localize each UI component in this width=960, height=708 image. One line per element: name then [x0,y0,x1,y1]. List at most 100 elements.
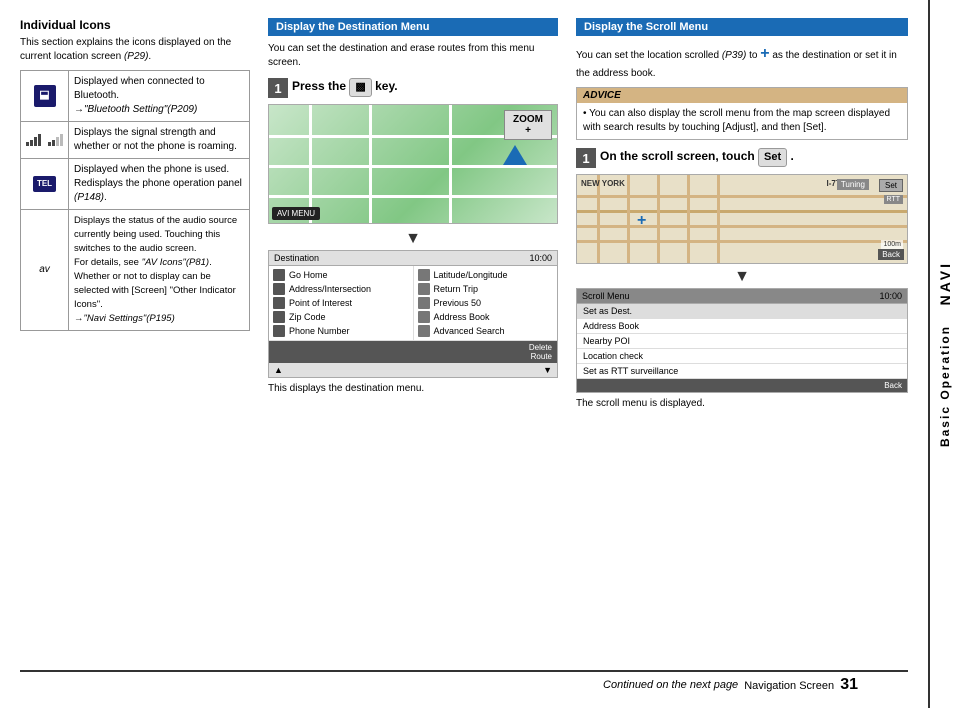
tel-icon: TEL [33,176,56,191]
page-label-text: Navigation Screen [744,680,834,692]
dest-menu-right: Latitude/Longitude Return Trip Previous … [414,266,558,340]
signal-bar [30,140,33,146]
menu-icon [273,269,285,281]
table-row: Displays the signal strength and whether… [21,122,250,159]
menu-icon [418,325,430,337]
avi-menu-label: AVI MENU [272,207,320,220]
map-road [717,175,720,263]
signal-bar [38,134,41,146]
step-1-row: 1 Press the ▩ key. [268,78,558,98]
list-item: Set as Dest. [577,304,907,319]
arrow-down-icon-2: ▼ [576,268,908,286]
dest-menu-caption: This displays the destination menu. [268,383,558,394]
menu-icon [418,269,430,281]
rtt-label: RTT [884,195,903,204]
av-desc: Displays the status of the audio source … [74,215,237,324]
tuning-button: Tuning [837,179,869,190]
map-road [687,175,690,263]
step-1-number: 1 [576,148,596,168]
destination-menu: Destination 10:00 Go Home Address/Inters… [268,250,558,378]
continued-text: Continued on the next page [603,679,738,691]
table-row: av Displays the status of the audio sour… [21,210,250,331]
list-item: Go Home [273,268,409,282]
map-road [597,175,600,263]
menu-icon [273,325,285,337]
map-cross-marker: + [637,213,646,229]
item-label: Phone Number [289,326,350,336]
signal-icon-cell [21,122,69,159]
item-label: Address/Intersection [289,284,371,294]
advice-box: ADVICE • You can also display the scroll… [576,87,908,140]
map-road [657,175,660,263]
av-icon-label: av [39,264,50,275]
list-item: Location check [577,349,907,364]
list-item: Address Book [418,310,554,324]
advice-title: ADVICE [577,88,907,103]
signal-bar [34,137,37,146]
map-road [269,165,557,168]
map-road [269,195,557,198]
table-row: ⬓ Displayed when connected to Bluetooth.… [21,71,250,122]
signal-bar [48,142,51,146]
list-item: Point of Interest [273,296,409,310]
dest-menu-footer: DeleteRoute [269,341,557,363]
signal-bar [52,140,55,146]
map-road [449,105,452,223]
mid-column: Display the Destination Menu You can set… [268,18,558,670]
item-label: Advanced Search [434,326,505,336]
signal-text-cell: Displays the signal strength and whether… [69,122,250,159]
bluetooth-text-cell: Displayed when connected to Bluetooth.→"… [69,71,250,122]
bottom-bar: Continued on the next page Navigation Sc… [20,670,908,698]
map-set-button: Set [879,179,903,192]
ny-map-image: NEW YORK I-77/7 Tuning Set RTT 100m Back… [576,174,908,264]
bluetooth-icon-cell: ⬓ [21,71,69,122]
map-back-button: Back [878,249,904,260]
ny-map-label: NEW YORK [581,179,625,188]
page-label: Navigation Screen 31 [744,676,858,694]
scroll-menu-title: Scroll Menu [582,291,630,301]
sidebar-basic-label: Basic Operation [938,325,952,447]
item-label: Previous 50 [434,298,482,308]
dest-menu-time: 10:00 [529,253,552,263]
menu-icon [418,311,430,323]
signal-bar [26,142,29,146]
menu-icon [418,283,430,295]
signal-bar-group-1 [26,134,41,146]
list-item: Phone Number [273,324,409,338]
table-row: TEL Displayed when the phone is used.Red… [21,159,250,210]
map-road [627,175,630,263]
set-button: Set [758,148,787,167]
bluetooth-desc: Displayed when connected to Bluetooth.→"… [74,76,205,115]
list-item: Set as RTT surveillance [577,364,907,379]
left-intro-ref: (P29) [124,51,148,62]
signal-bar-group-2 [48,134,63,146]
av-icon-cell: av [21,210,69,331]
left-section-title: Individual Icons [20,18,250,32]
advice-content: • You can also display the scroll menu f… [577,103,907,139]
menu-icon [418,297,430,309]
zoom-box: ZOOM+ [504,110,552,140]
right-column: Display the Scroll Menu You can set the … [576,18,908,670]
list-item: Address/Intersection [273,282,409,296]
nav-prev: ▲ [274,365,283,375]
item-label: Zip Code [289,312,326,322]
step-1-number: 1 [268,78,288,98]
menu-icon [273,283,285,295]
dest-menu-row: Go Home Address/Intersection Point of In… [269,266,557,341]
item-label: Point of Interest [289,298,352,308]
list-item: Zip Code [273,310,409,324]
arrow-down-icon: ▼ [268,230,558,248]
nav-next: ▼ [543,365,552,375]
mid-section-title: Display the Destination Menu [268,18,558,36]
right-section-title: Display the Scroll Menu [576,18,908,36]
list-item: Latitude/Longitude [418,268,554,282]
map-road [369,105,372,223]
tel-icon-cell: TEL [21,159,69,210]
scroll-menu-footer: Back [577,379,907,392]
icons-table: ⬓ Displayed when connected to Bluetooth.… [20,70,250,331]
map-scale: 100m [881,240,903,249]
item-label: Latitude/Longitude [434,270,508,280]
scroll-menu-time: 10:00 [879,291,902,301]
list-item: Nearby POI [577,334,907,349]
list-item: Advanced Search [418,324,554,338]
